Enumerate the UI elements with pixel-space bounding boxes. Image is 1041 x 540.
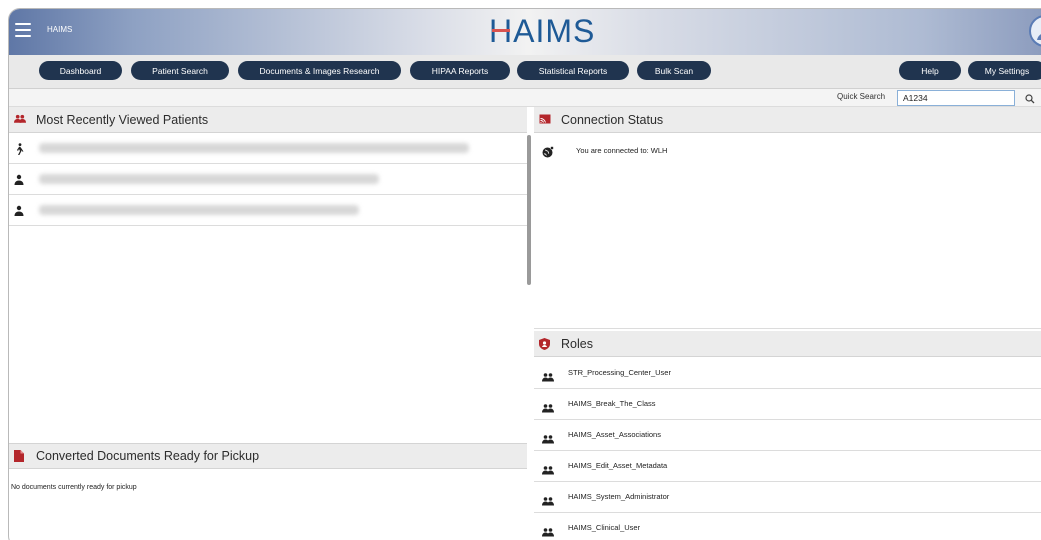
list-item: HAIMS_Edit_Asset_Metadata — [534, 451, 1041, 482]
person-walking-icon — [14, 142, 25, 155]
users-icon — [14, 114, 26, 126]
nav-patient-search-button[interactable]: Patient Search — [131, 61, 229, 80]
converted-documents-header: Converted Documents Ready for Pickup — [9, 443, 527, 469]
redacted-patient-info — [39, 143, 469, 153]
right-column: Connection Status You are connected to: … — [534, 107, 1041, 540]
list-item[interactable] — [9, 133, 527, 164]
globe-connection-icon — [542, 145, 554, 158]
nav-statistical-reports-button[interactable]: Statistical Reports — [517, 61, 629, 80]
nav-hipaa-reports-button[interactable]: HIPAA Reports — [410, 61, 510, 80]
person-icon — [14, 204, 25, 216]
list-item: HAIMS_Break_The_Class — [534, 389, 1041, 420]
recent-patients-header: Most Recently Viewed Patients — [9, 107, 527, 133]
quick-search-input[interactable] — [897, 90, 1015, 106]
users-icon — [542, 462, 554, 475]
cast-icon — [539, 114, 551, 126]
redacted-patient-info — [39, 205, 359, 215]
quick-search-bar: Quick Search — [9, 89, 1041, 107]
users-icon — [542, 431, 554, 444]
users-icon — [542, 493, 554, 506]
person-icon — [14, 173, 25, 185]
list-item: HAIMS_System_Administrator — [534, 482, 1041, 513]
redacted-patient-info — [39, 174, 379, 184]
quick-search-label: Quick Search — [837, 92, 886, 101]
list-item: HAIMS_Clinical_User — [534, 513, 1041, 540]
users-icon — [542, 524, 554, 537]
connection-status-header: Connection Status — [534, 107, 1041, 133]
users-icon — [542, 369, 554, 382]
role-label: HAIMS_Break_The_Class — [568, 399, 656, 408]
roles-header: Roles — [534, 331, 1041, 357]
connection-status-body: You are connected to: WLH — [534, 133, 1041, 329]
nav-my-settings-button[interactable]: My Settings — [968, 61, 1041, 80]
roles-title: Roles — [561, 336, 593, 351]
roles-list: STR_Processing_Center_User HAIMS_Break_T… — [534, 358, 1041, 540]
shield-icon — [539, 337, 551, 350]
role-label: HAIMS_Edit_Asset_Metadata — [568, 461, 668, 470]
app-name: HAIMS — [47, 25, 73, 34]
hamburger-menu-icon[interactable] — [15, 23, 31, 37]
role-label: HAIMS_Asset_Associations — [568, 430, 661, 439]
recent-patients-scrollbar[interactable] — [527, 135, 531, 285]
nav-documents-images-research-button[interactable]: Documents & Images Research — [238, 61, 401, 80]
connection-status-message: You are connected to: WLH — [576, 146, 668, 155]
left-column: Most Recently Viewed Patients Converted … — [9, 107, 527, 540]
role-label: HAIMS_Clinical_User — [568, 523, 641, 532]
converted-documents-title: Converted Documents Ready for Pickup — [36, 449, 260, 463]
connection-status-title: Connection Status — [561, 112, 664, 127]
user-avatar-icon[interactable] — [1029, 15, 1041, 47]
list-item[interactable] — [9, 164, 527, 195]
recent-patients-title: Most Recently Viewed Patients — [36, 112, 209, 127]
main-nav: Dashboard Patient Search Documents & Ima… — [9, 55, 1041, 89]
app-header: HAIMS HAIMS — [9, 9, 1041, 55]
list-item: HAIMS_Asset_Associations — [534, 420, 1041, 451]
app-window: HAIMS HAIMS Dashboard Patient Search Doc… — [8, 8, 1041, 540]
haims-logo: HAIMS — [489, 13, 596, 49]
nav-help-button[interactable]: Help — [899, 61, 961, 80]
users-icon — [542, 400, 554, 413]
role-label: HAIMS_System_Administrator — [568, 492, 670, 501]
recent-patients-list — [9, 133, 527, 226]
search-icon[interactable] — [1025, 91, 1037, 104]
document-icon — [14, 450, 26, 462]
list-item[interactable] — [9, 195, 527, 226]
nav-bulk-scan-button[interactable]: Bulk Scan — [637, 61, 711, 80]
list-item: STR_Processing_Center_User — [534, 358, 1041, 389]
nav-dashboard-button[interactable]: Dashboard — [39, 61, 122, 80]
converted-documents-empty-message: No documents currently ready for pickup — [11, 484, 137, 491]
role-label: STR_Processing_Center_User — [568, 368, 671, 377]
